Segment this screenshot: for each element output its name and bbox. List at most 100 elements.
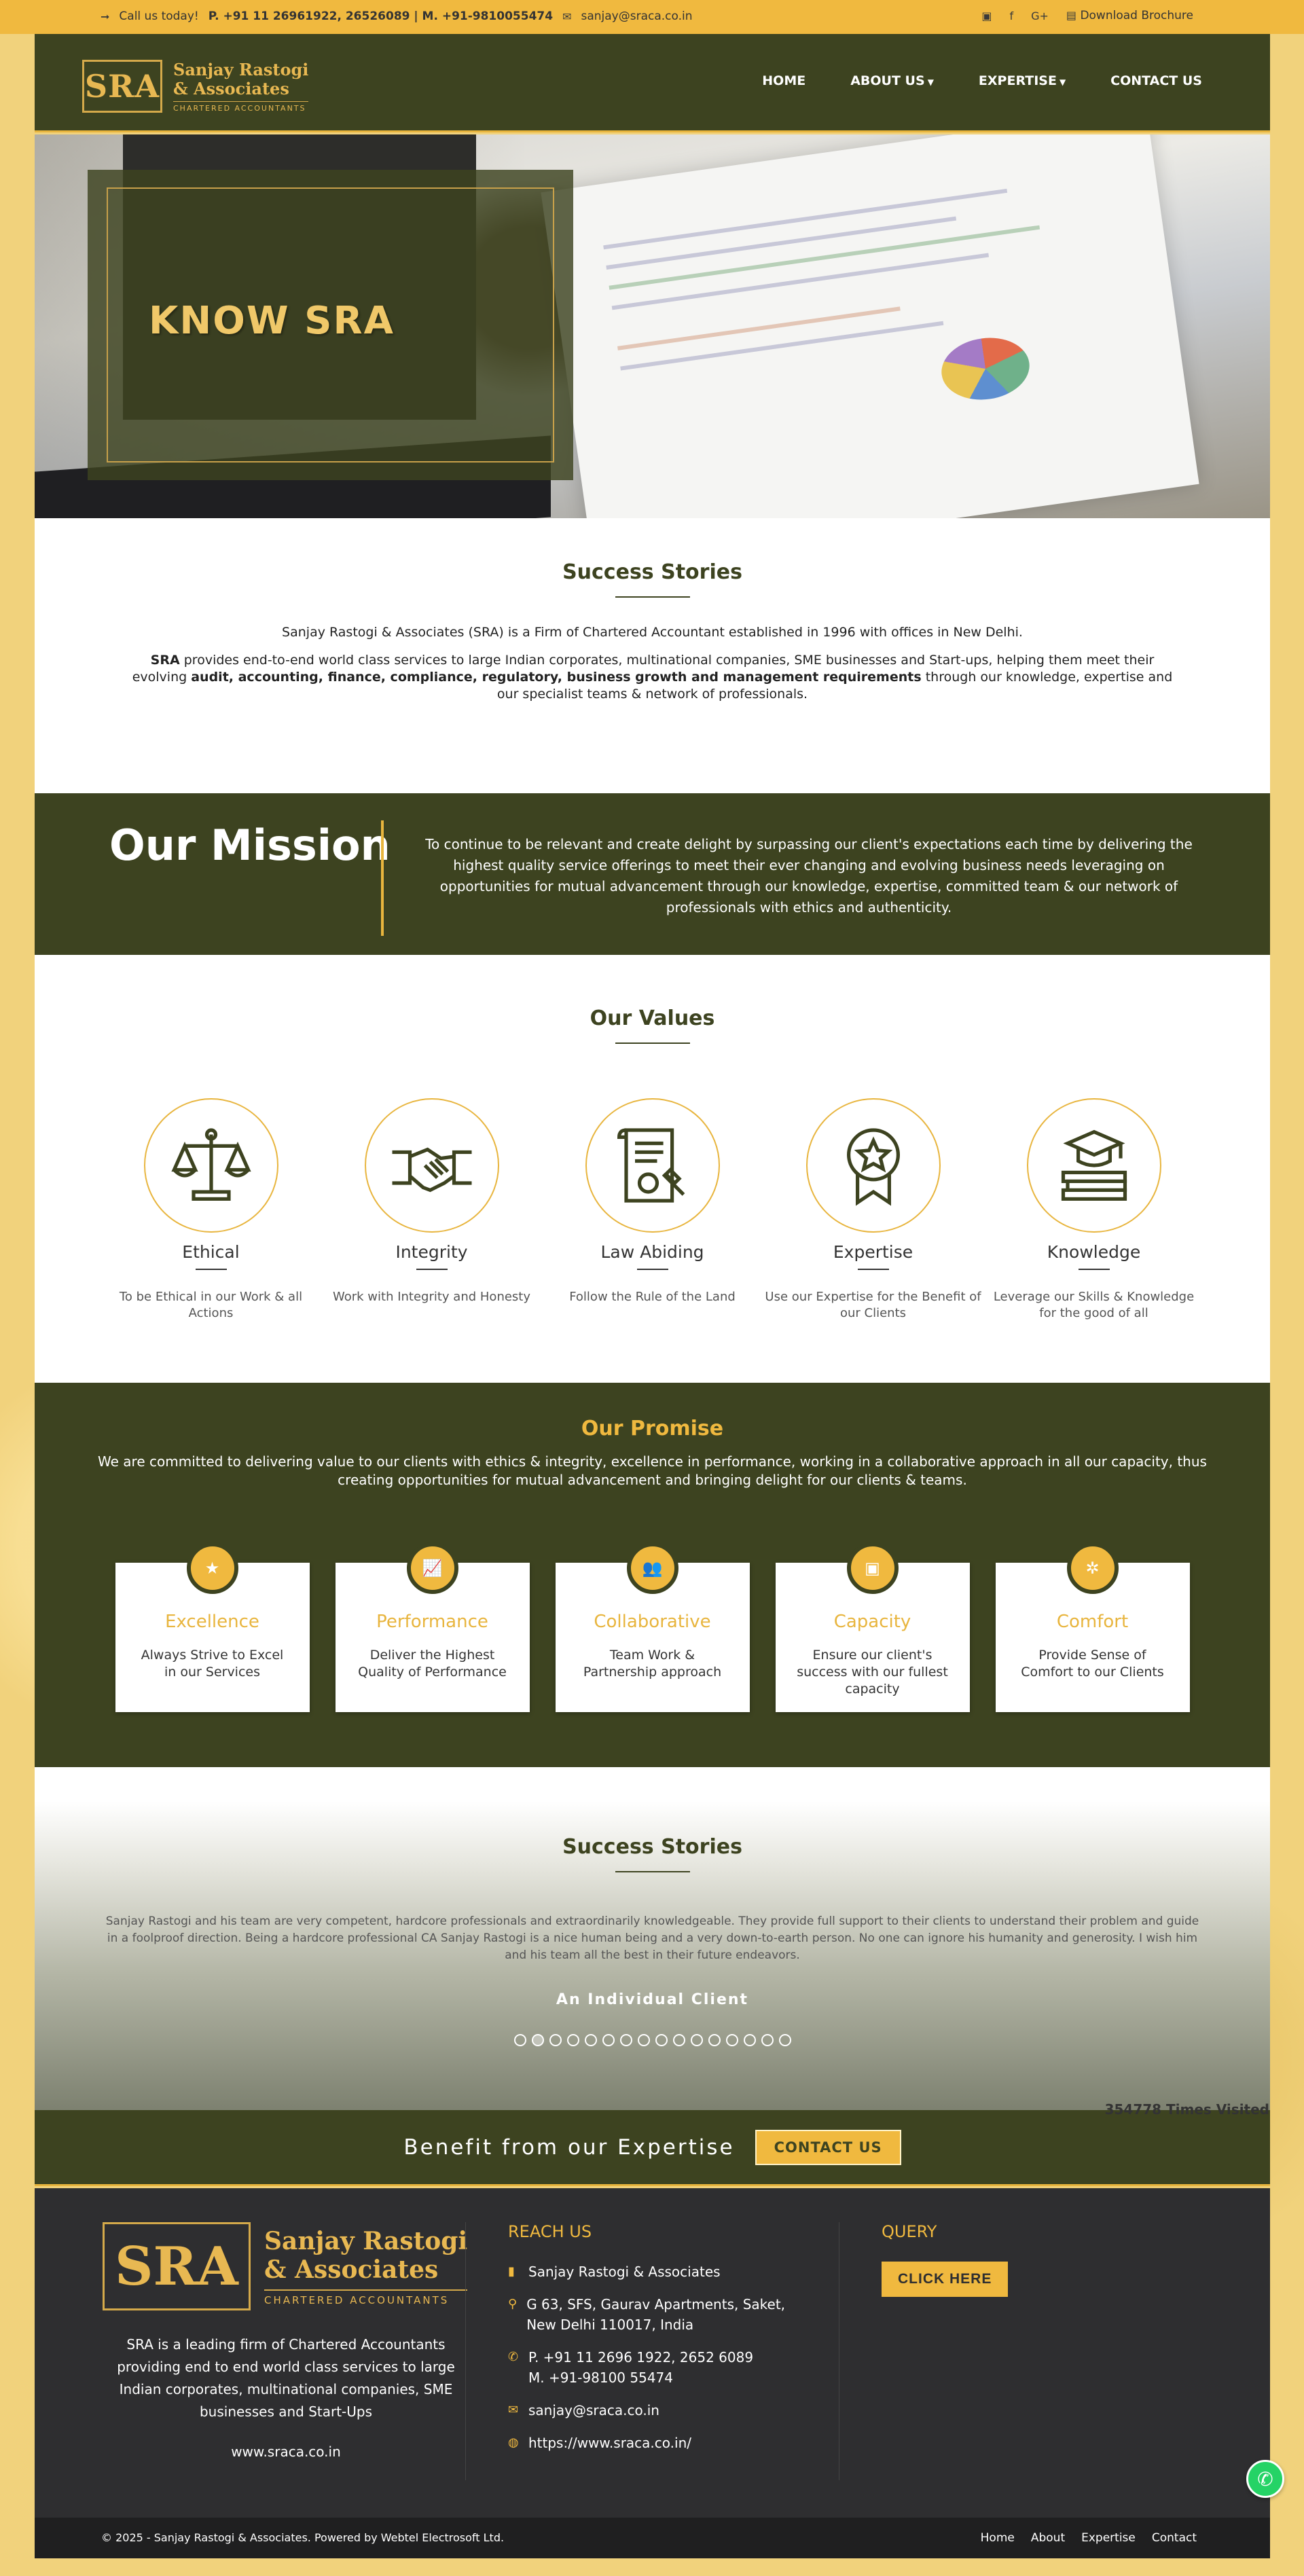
visit-counter: 354778 Times Visited — [1104, 2101, 1269, 2118]
phone-numbers[interactable]: P. +91 11 26961922, 26526089 | M. +91-98… — [209, 10, 553, 23]
hero-title: KNOW SRA — [149, 299, 395, 343]
carousel-dot[interactable] — [619, 2034, 632, 2046]
carousel-dot[interactable] — [549, 2034, 562, 2046]
bottom-link-home[interactable]: Home — [981, 2531, 1015, 2545]
logo-name-line2: & Associates — [173, 78, 289, 98]
value-title: Ethical — [182, 1242, 240, 1262]
bottom-link-about[interactable]: About — [1031, 2531, 1065, 2545]
footer-divider — [465, 2222, 466, 2480]
footer-phone2[interactable]: M. +91-98100 55474 — [528, 2370, 673, 2386]
bottom-link-contact[interactable]: Contact — [1152, 2531, 1197, 2545]
site-footer: SRA Sanjay Rastogi & Associates CHARTERE… — [35, 2188, 1270, 2518]
value-item-integrity: Integrity Work with Integrity and Honest… — [321, 1098, 542, 1322]
title-divider — [615, 596, 690, 598]
hero-overlay: KNOW SRA — [88, 170, 573, 480]
footer-logo-name1: Sanjay Rastogi — [264, 2226, 468, 2255]
linkedin-icon[interactable]: ▣ — [981, 10, 992, 22]
footer-logo-name2: & Associates — [264, 2255, 439, 2284]
carousel-dot[interactable] — [602, 2034, 615, 2046]
footer-phone1[interactable]: P. +91 11 2696 1922, 2652 6089 — [528, 2349, 753, 2365]
value-desc: Follow the Rule of the Land — [569, 1290, 736, 1304]
footer-logo-mark: SRA — [103, 2222, 251, 2310]
carousel-dot[interactable] — [566, 2034, 579, 2046]
building-icon: ▮ — [508, 2264, 515, 2279]
comfort-icon: ✲ — [1066, 1542, 1119, 1594]
nav-expertise[interactable]: EXPERTISE ▼ — [979, 73, 1066, 88]
footer-about-col: SRA Sanjay Rastogi & Associates CHARTERE… — [103, 2222, 469, 2460]
promise-card-desc: Provide Sense of Comfort to our Clients — [1021, 1648, 1164, 1680]
promise-card-desc: Deliver the Highest Quality of Performan… — [358, 1648, 507, 1680]
contact-info: ➞ Call us today! P. +91 11 26961922, 265… — [101, 10, 693, 23]
footer-url-link[interactable]: https://www.sraca.co.in/ — [528, 2433, 691, 2453]
value-desc: To be Ethical in our Work & all Actions — [119, 1290, 303, 1320]
carousel-dot[interactable] — [743, 2034, 756, 2046]
query-heading: QUERY — [882, 2222, 937, 2241]
bottom-links: Home About Expertise Contact — [981, 2531, 1197, 2545]
carousel-dot[interactable] — [690, 2034, 703, 2046]
promise-title: Our Promise — [581, 1417, 724, 1440]
carousel-dot[interactable] — [672, 2034, 685, 2046]
nav-contact-us[interactable]: CONTACT US — [1110, 73, 1202, 88]
value-desc: Leverage our Skills & Knowledge for the … — [993, 1290, 1195, 1320]
promise-cards: ★ Excellence Always Strive to Excel in o… — [35, 1542, 1270, 1712]
site-logo[interactable]: SRA Sanjay Rastogi & Associates CHARTERE… — [82, 60, 309, 113]
carousel-dot[interactable] — [513, 2034, 526, 2046]
graduation-books-icon — [1061, 1129, 1127, 1201]
footer-logo[interactable]: SRA Sanjay Rastogi & Associates CHARTERE… — [103, 2222, 469, 2310]
footer-address-text: G 63, SFS, Gaurav Apartments, Saket, New… — [526, 2296, 786, 2333]
value-item-law-abiding: Law Abiding Follow the Rule of the Land — [542, 1098, 763, 1322]
award-badge-icon — [846, 1128, 900, 1206]
value-divider — [857, 1269, 889, 1270]
carousel-dot[interactable] — [761, 2034, 774, 2046]
phone-icon: ✆ — [508, 2350, 519, 2364]
download-brochure-link[interactable]: ▤ Download Brochure — [1066, 9, 1193, 22]
mission-text: To continue to be relevant and create de… — [425, 836, 1193, 915]
carousel-dot[interactable] — [531, 2034, 544, 2046]
carousel-dot[interactable] — [725, 2034, 738, 2046]
promise-card-performance: 📈 Performance Deliver the Highest Qualit… — [335, 1542, 530, 1712]
call-prefix: Call us today! — [119, 10, 199, 23]
carousel-dot[interactable] — [778, 2034, 791, 2046]
envelope-icon: ✉ — [508, 2403, 519, 2417]
promise-card-desc: Team Work & Partnership approach — [583, 1648, 722, 1680]
bottom-bar: © 2025 - Sanjay Rastogi & Associates. Po… — [35, 2518, 1270, 2558]
values-section: Our Values Ethical To be Ethical in our … — [35, 955, 1270, 1383]
nav-about-us[interactable]: ABOUT US ▼ — [850, 73, 934, 88]
carousel-dot[interactable] — [708, 2034, 721, 2046]
brochure-label: Download Brochure — [1080, 9, 1193, 22]
value-circle — [143, 1098, 278, 1233]
top-email[interactable]: sanjay@sraca.co.in — [581, 10, 692, 23]
footer-firm-name: Sanjay Rastogi & Associates — [528, 2264, 721, 2280]
mission-section: Our Mission To continue to be relevant a… — [35, 793, 1270, 955]
chart-icon: 📈 — [406, 1542, 458, 1594]
caret-down-icon: ▼ — [1059, 77, 1066, 87]
reach-us-heading: REACH US — [508, 2222, 592, 2241]
values-list: Ethical To be Ethical in our Work & all … — [35, 1098, 1270, 1322]
contact-us-button[interactable]: CONTACT US — [755, 2129, 901, 2165]
value-title: Integrity — [395, 1242, 468, 1262]
value-divider — [1078, 1269, 1110, 1270]
promise-card-excellence: ★ Excellence Always Strive to Excel in o… — [115, 1542, 310, 1712]
carousel-dot[interactable] — [584, 2034, 597, 2046]
testimonial-text: Sanjay Rastogi and his team are very com… — [105, 1915, 1199, 1962]
promise-card-title: Performance — [376, 1612, 488, 1632]
googleplus-icon[interactable]: G+ — [1031, 10, 1049, 22]
promise-card-desc: Always Strive to Excel in our Services — [141, 1648, 284, 1680]
footer-website-link[interactable]: www.sraca.co.in — [103, 2444, 469, 2460]
envelope-icon: ✉ — [562, 10, 572, 23]
bottom-link-expertise[interactable]: Expertise — [1081, 2531, 1136, 2545]
carousel-dot[interactable] — [637, 2034, 650, 2046]
promise-section: Our Promise We are committed to deliveri… — [35, 1383, 1270, 1767]
footer-email-link[interactable]: sanjay@sraca.co.in — [528, 2400, 659, 2420]
promise-card-title: Comfort — [1056, 1612, 1129, 1632]
whatsapp-icon[interactable]: ✆ — [1246, 2460, 1284, 2498]
carousel-dot[interactable] — [655, 2034, 668, 2046]
arrow-right-icon: ➞ — [101, 10, 110, 23]
nav-home[interactable]: HOME — [762, 73, 805, 88]
query-click-here-button[interactable]: CLICK HERE — [882, 2262, 1009, 2297]
team-icon: 👥 — [626, 1542, 678, 1594]
star-icon: ★ — [186, 1542, 238, 1594]
map-icon: ▤ — [1066, 9, 1077, 22]
facebook-icon[interactable]: f — [1009, 10, 1013, 22]
logo-text: Sanjay Rastogi & Associates CHARTERED AC… — [173, 60, 309, 113]
